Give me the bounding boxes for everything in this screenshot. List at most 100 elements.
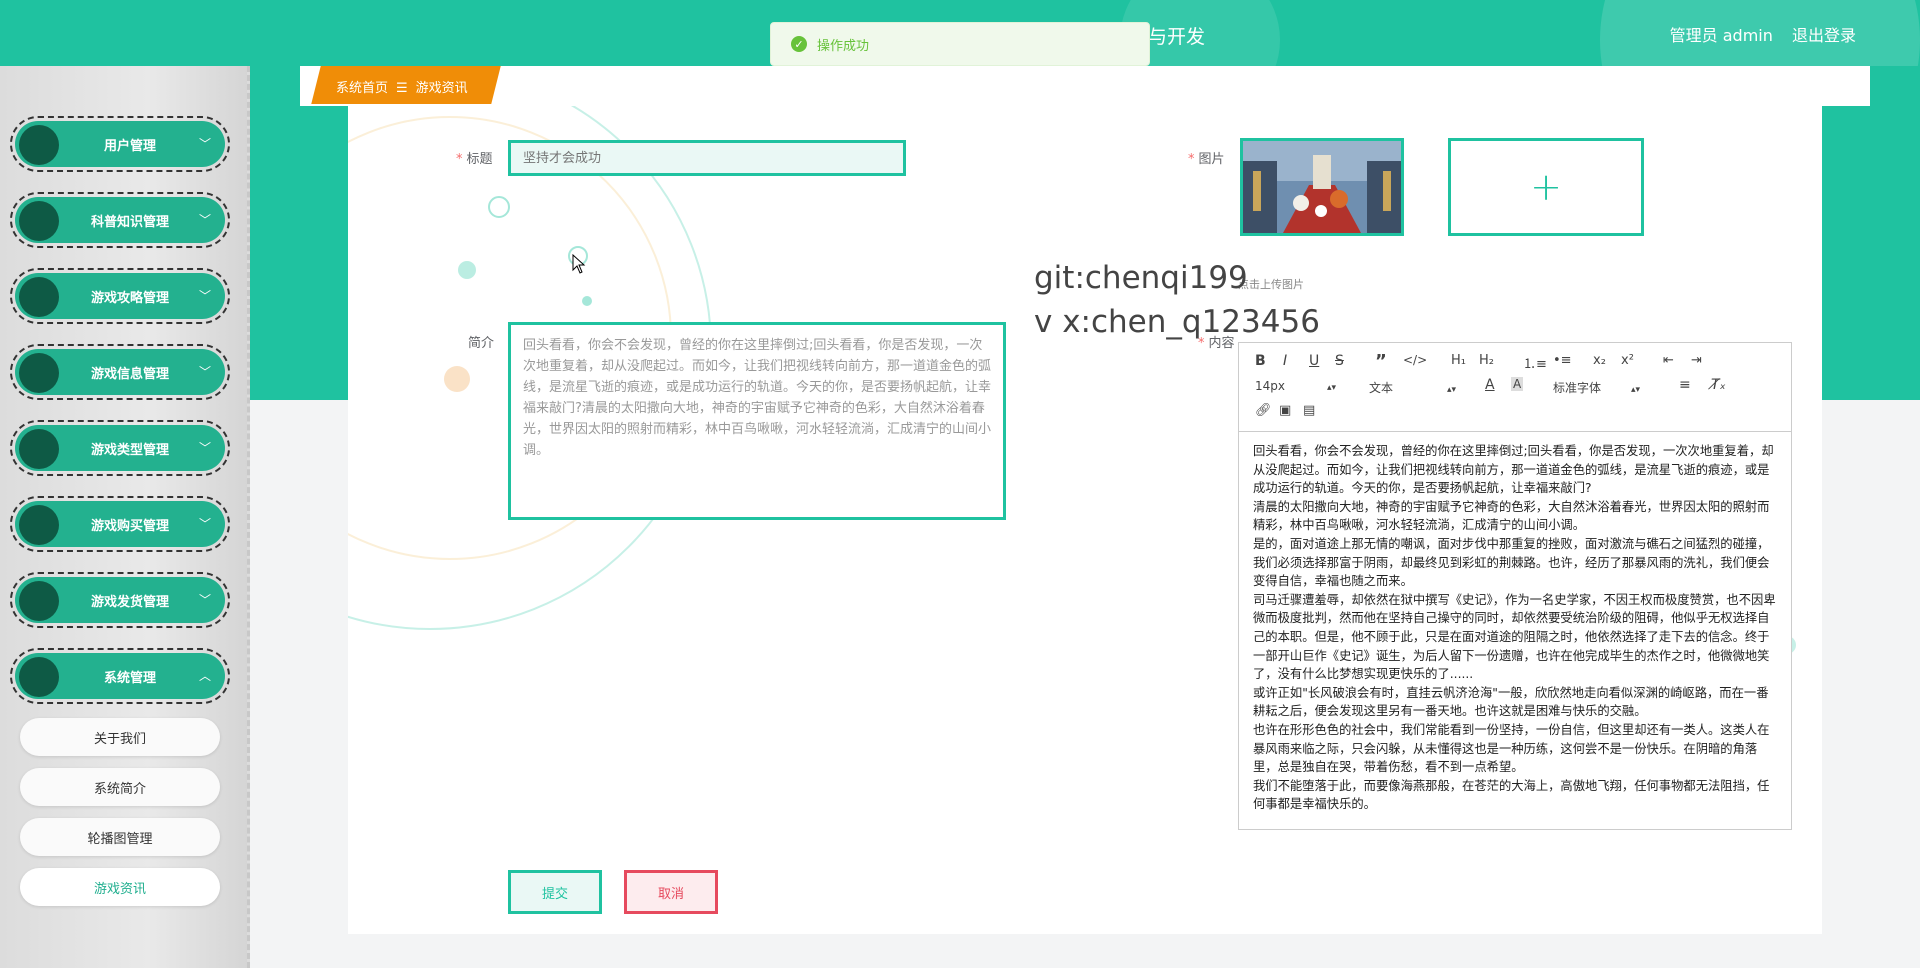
editor-content[interactable]: 回头看看，你会不会发现，曾经的你在这里摔倒过;回头看看，你是否发现，一次次地重复… [1239,432,1791,824]
video-icon[interactable]: ▤ [1303,403,1315,418]
block-type-value: 文本 [1369,381,1394,395]
breadcrumb-home[interactable]: 系统首页 [336,81,388,96]
background-color-icon[interactable]: A [1511,377,1524,391]
title-label: * 标题 [456,148,493,167]
ordered-list-icon[interactable]: ⒈≡ [1523,353,1547,372]
menu-game-purchase[interactable]: 游戏购买管理 ﹀ [10,496,230,552]
block-type-select[interactable]: 文本 ▴▾ [1369,379,1456,396]
upload-image-button[interactable]: + [1448,138,1644,236]
font-size-select[interactable]: 14px ▴▾ [1255,379,1336,393]
required-mark: * [456,152,463,167]
editor-paragraph: 或许正如"长风破浪会有时，直挂云帆济沧海"一般，欣欣然地走向看似深渊的崎岖路，而… [1253,685,1769,719]
menu-game-shipping[interactable]: 游戏发货管理 ﹀ [10,572,230,628]
superscript-icon[interactable]: x² [1621,353,1634,368]
menu-label: 系统管理 [103,670,156,686]
menu-dot-icon [19,505,59,545]
clear-format-icon[interactable]: T̸ₓ [1711,377,1726,393]
watermark-line: git:chenqi199 [1034,260,1248,296]
code-block-icon[interactable]: </> [1403,353,1427,367]
title-label-text: 标题 [466,152,493,167]
editor-toolbar: B I U S ” </> H₁ H₂ ⒈≡ •≡ x₂ x² ⇤ ⇥ 14px… [1239,343,1791,432]
header-user-area: 管理员 admin 退出登录 [1670,22,1856,46]
uploaded-image-thumbnail[interactable] [1240,138,1404,236]
menu-dot-icon [19,657,59,697]
menu-game-type[interactable]: 游戏类型管理 ﹀ [10,420,230,476]
submenu-game-news[interactable]: 游戏资讯 [20,868,220,906]
cancel-button[interactable]: 取消 [624,870,718,914]
image-label: * 图片 [1188,148,1225,167]
menu-dot-icon [19,201,59,241]
subscript-icon[interactable]: x₂ [1593,353,1606,368]
chevron-down-icon: ﹀ [198,593,211,607]
menu-system-management[interactable]: 系统管理 ︿ [10,648,230,704]
menu-label: 用户管理 [103,138,156,154]
intro-textarea[interactable]: 回头看看，你会不会发现，曾经的你在这里摔倒过;回头看看，你是否发现，一次次地重复… [508,322,1006,520]
submenu-about-us[interactable]: 关于我们 [20,718,220,756]
image-label-text: 图片 [1198,152,1225,167]
editor-paragraph: 是的，面对道途上那无情的嘲讽，面对步伐中那重复的挫败，面对激流与礁石之间猛烈的碰… [1253,536,1770,589]
menu-pill: 用户管理 ﹀ [15,121,225,167]
decorative-bubble [488,196,510,218]
font-family-value: 标准字体 [1553,381,1602,395]
menu-pill: 游戏发货管理 ﹀ [15,577,225,623]
editor-paragraph: 回头看看，你会不会发现，曾经的你在这里摔倒过;回头看看，你是否发现，一次次地重复… [1253,444,1774,496]
submit-button[interactable]: 提交 [508,870,602,914]
required-mark: * [1188,152,1195,167]
chevron-down-icon: ﹀ [198,213,211,227]
title-input[interactable] [508,140,906,176]
italic-icon[interactable]: I [1283,353,1287,369]
outdent-icon[interactable]: ⇤ [1663,353,1674,368]
menu-game-guide[interactable]: 游戏攻略管理 ﹀ [10,268,230,324]
menu-game-info[interactable]: 游戏信息管理 ﹀ [10,344,230,400]
menu-pill: 系统管理 ︿ [15,653,225,699]
submenu-system-intro[interactable]: 系统简介 [20,768,220,806]
current-user: 管理员 admin [1669,26,1773,45]
toast-message: 操作成功 [817,38,870,54]
menu-dot-icon [19,125,59,165]
breadcrumb: 系统首页 ☰ 游戏资讯 [336,77,468,96]
editor-paragraph: 我们不能堕落于此，而要像海燕那般，在苍茫的大海上，高傲地飞翔，任何事物都无法阻挡… [1253,778,1770,812]
mouse-cursor-icon [572,254,586,274]
heading1-icon[interactable]: H₁ [1451,353,1466,368]
menu-icon: ☰ [396,81,408,96]
font-color-icon[interactable]: A [1485,377,1495,393]
menu-pill: 游戏信息管理 ﹀ [15,349,225,395]
submenu-carousel[interactable]: 轮播图管理 [20,818,220,856]
menu-label: 游戏攻略管理 [90,290,169,306]
select-arrows-icon: ▴▾ [1447,385,1457,395]
indent-icon[interactable]: ⇥ [1691,353,1702,368]
menu-user-management[interactable]: 用户管理 ﹀ [10,116,230,172]
menu-pill: 游戏购买管理 ﹀ [15,501,225,547]
chevron-down-icon: ﹀ [198,365,211,379]
game-screenshot-image [1243,141,1401,233]
breadcrumb-current: 游戏资讯 [415,81,468,96]
image-icon[interactable]: ▣ [1279,403,1291,418]
bullet-list-icon[interactable]: •≡ [1553,353,1572,368]
content-label: * 内容 [1198,332,1235,351]
font-family-select[interactable]: 标准字体 ▴▾ [1553,379,1640,396]
select-arrows-icon: ▴▾ [1631,385,1641,395]
success-toast: ✓ 操作成功 [770,22,1150,66]
watermark-line: v x:chen_q123456 [1034,304,1320,340]
chevron-down-icon: ﹀ [198,137,211,151]
menu-dot-icon [19,581,59,621]
chevron-up-icon: ︿ [198,669,211,683]
menu-pill: 科普知识管理 ﹀ [15,197,225,243]
align-icon[interactable]: ≡ [1679,377,1691,393]
breadcrumb-bar [300,66,1870,106]
menu-label: 科普知识管理 [90,214,169,230]
link-icon[interactable]: 🔗︎ [1255,403,1272,418]
heading2-icon[interactable]: H₂ [1479,353,1494,368]
decorative-bubble [582,296,592,306]
logout-link[interactable]: 退出登录 [1792,26,1856,45]
menu-science-knowledge[interactable]: 科普知识管理 ﹀ [10,192,230,248]
intro-label: 简介 [468,336,495,351]
select-arrows-icon: ▴▾ [1327,383,1337,393]
bold-icon[interactable]: B [1255,353,1266,369]
underline-icon[interactable]: U [1309,353,1319,369]
strikethrough-icon[interactable]: S [1335,353,1344,369]
app-title: 与开发 [1148,26,1206,48]
blockquote-icon[interactable]: ” [1375,351,1387,372]
decorative-bubble [444,366,470,392]
menu-label: 游戏发货管理 [90,594,169,610]
